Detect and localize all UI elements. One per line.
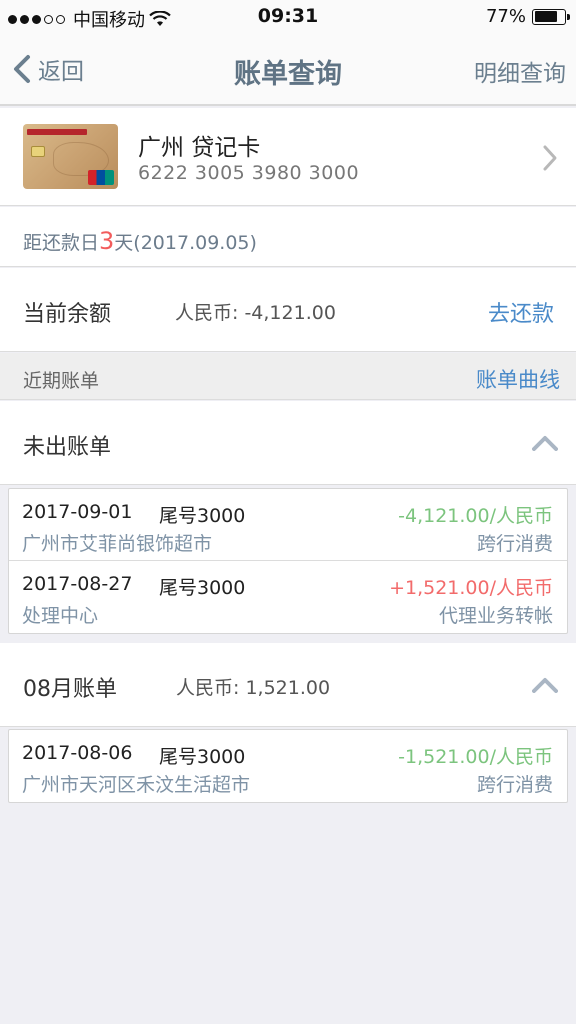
txn-type: 跨行消费 bbox=[476, 533, 553, 555]
balance-row: 当前余额 人民币: -4,121.00 去还款 bbox=[0, 268, 576, 352]
transaction-list-unbilled: 2017-09-01 尾号3000 -4,121.00/人民币 广州市艾菲尚银饰… bbox=[8, 488, 568, 634]
battery-icon bbox=[532, 8, 570, 25]
due-row: 距还款日3天(2017.09.05) bbox=[0, 207, 576, 267]
transaction-list-august: 2017-08-06 尾号3000 -1,521.00/人民币 广州市天河区禾汶… bbox=[8, 729, 568, 803]
recent-bills-header: 近期账单 账单曲线 bbox=[0, 353, 576, 400]
repay-button[interactable]: 去还款 bbox=[488, 296, 554, 328]
card-number: 6222 3005 3980 3000 bbox=[138, 162, 360, 184]
txn-merchant: 广州市艾菲尚银饰超市 bbox=[22, 533, 213, 555]
status-bar: 中国移动 09:31 77% bbox=[0, 0, 576, 34]
txn-card-tail: 尾号3000 bbox=[159, 577, 246, 599]
group-amount: 人民币: 1,521.00 bbox=[176, 677, 331, 699]
chevron-right-icon bbox=[543, 145, 557, 171]
recent-bills-title: 近期账单 bbox=[23, 370, 100, 392]
table-row[interactable]: 2017-08-27 尾号3000 +1,521.00/人民币 处理中心 代理业… bbox=[9, 561, 567, 633]
due-days: 3 bbox=[99, 227, 115, 255]
status-right: 77% bbox=[485, 6, 570, 27]
nav-bar: 返回 账单查询 明细查询 bbox=[0, 34, 576, 106]
card-row[interactable]: 广州 贷记卡 6222 3005 3980 3000 bbox=[0, 108, 576, 206]
group-title: 08月账单 bbox=[23, 677, 117, 702]
table-row[interactable]: 2017-09-01 尾号3000 -4,121.00/人民币 广州市艾菲尚银饰… bbox=[9, 489, 567, 561]
txn-merchant: 处理中心 bbox=[22, 605, 99, 627]
chevron-up-icon bbox=[532, 678, 558, 693]
txn-merchant: 广州市天河区禾汶生活超市 bbox=[22, 774, 251, 796]
txn-date: 2017-09-01 bbox=[22, 501, 133, 523]
txn-amount: +1,521.00/人民币 bbox=[389, 577, 553, 599]
txn-date: 2017-08-27 bbox=[22, 573, 133, 595]
txn-card-tail: 尾号3000 bbox=[159, 746, 246, 768]
battery-fill bbox=[534, 11, 557, 22]
bank-card-image bbox=[23, 124, 118, 189]
txn-amount: -4,121.00/人民币 bbox=[398, 505, 553, 527]
card-name: 广州 贷记卡 bbox=[138, 135, 261, 161]
group-title: 未出账单 bbox=[23, 435, 112, 460]
due-prefix: 距还款日 bbox=[23, 232, 100, 254]
balance-label: 当前余额 bbox=[23, 302, 112, 327]
bill-curve-link[interactable]: 账单曲线 bbox=[476, 364, 560, 394]
txn-card-tail: 尾号3000 bbox=[159, 505, 246, 527]
txn-amount: -1,521.00/人民币 bbox=[398, 746, 553, 768]
txn-type: 跨行消费 bbox=[476, 774, 553, 796]
due-text: 距还款日3天(2017.09.05) bbox=[23, 227, 257, 255]
group-header-unbilled[interactable]: 未出账单 bbox=[0, 401, 576, 485]
due-suffix: 天(2017.09.05) bbox=[114, 232, 257, 254]
detail-query-button[interactable]: 明细查询 bbox=[474, 54, 566, 88]
txn-date: 2017-08-06 bbox=[22, 742, 133, 764]
table-row[interactable]: 2017-08-06 尾号3000 -1,521.00/人民币 广州市天河区禾汶… bbox=[9, 730, 567, 802]
group-header-august[interactable]: 08月账单 人民币: 1,521.00 bbox=[0, 643, 576, 727]
balance-amount: 人民币: -4,121.00 bbox=[175, 302, 336, 324]
chevron-up-icon bbox=[532, 436, 558, 451]
battery-percent: 77% bbox=[485, 6, 526, 27]
txn-type: 代理业务转帐 bbox=[438, 605, 553, 627]
